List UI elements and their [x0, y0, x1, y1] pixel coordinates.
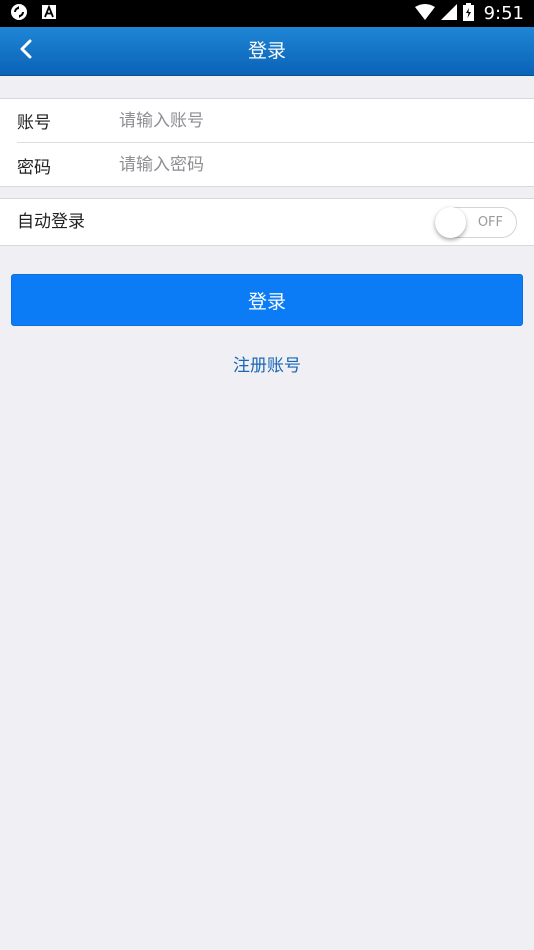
page-title: 登录 — [247, 40, 286, 62]
sync-icon — [10, 3, 28, 25]
status-bar: 9:51 — [0, 0, 534, 27]
auto-login-row: 自动登录 OFF — [0, 198, 534, 246]
chevron-left-icon — [19, 39, 33, 63]
back-button[interactable] — [12, 36, 40, 66]
account-label: 账号 — [17, 113, 51, 133]
status-left-icons — [10, 3, 56, 25]
password-input[interactable] — [119, 145, 534, 185]
nav-bar: 登录 — [0, 27, 534, 76]
login-button[interactable]: 登录 — [11, 274, 523, 326]
status-time: 9:51 — [483, 3, 524, 24]
auto-login-toggle[interactable]: OFF — [435, 207, 517, 238]
account-row: 账号 — [17, 99, 534, 143]
signal-icon — [440, 3, 457, 24]
auto-login-label: 自动登录 — [17, 212, 85, 232]
status-right-icons: 9:51 — [414, 2, 524, 25]
password-label: 密码 — [17, 157, 51, 178]
register-link[interactable]: 注册账号 — [0, 352, 534, 380]
toggle-state-text: OFF — [477, 215, 503, 230]
battery-icon — [462, 2, 474, 25]
login-form: 账号 密码 — [0, 98, 534, 187]
toggle-knob — [435, 207, 466, 238]
notification-a-icon — [42, 4, 56, 23]
wifi-icon — [414, 3, 435, 24]
password-row: 密码 — [17, 143, 534, 187]
account-input[interactable] — [119, 100, 534, 141]
